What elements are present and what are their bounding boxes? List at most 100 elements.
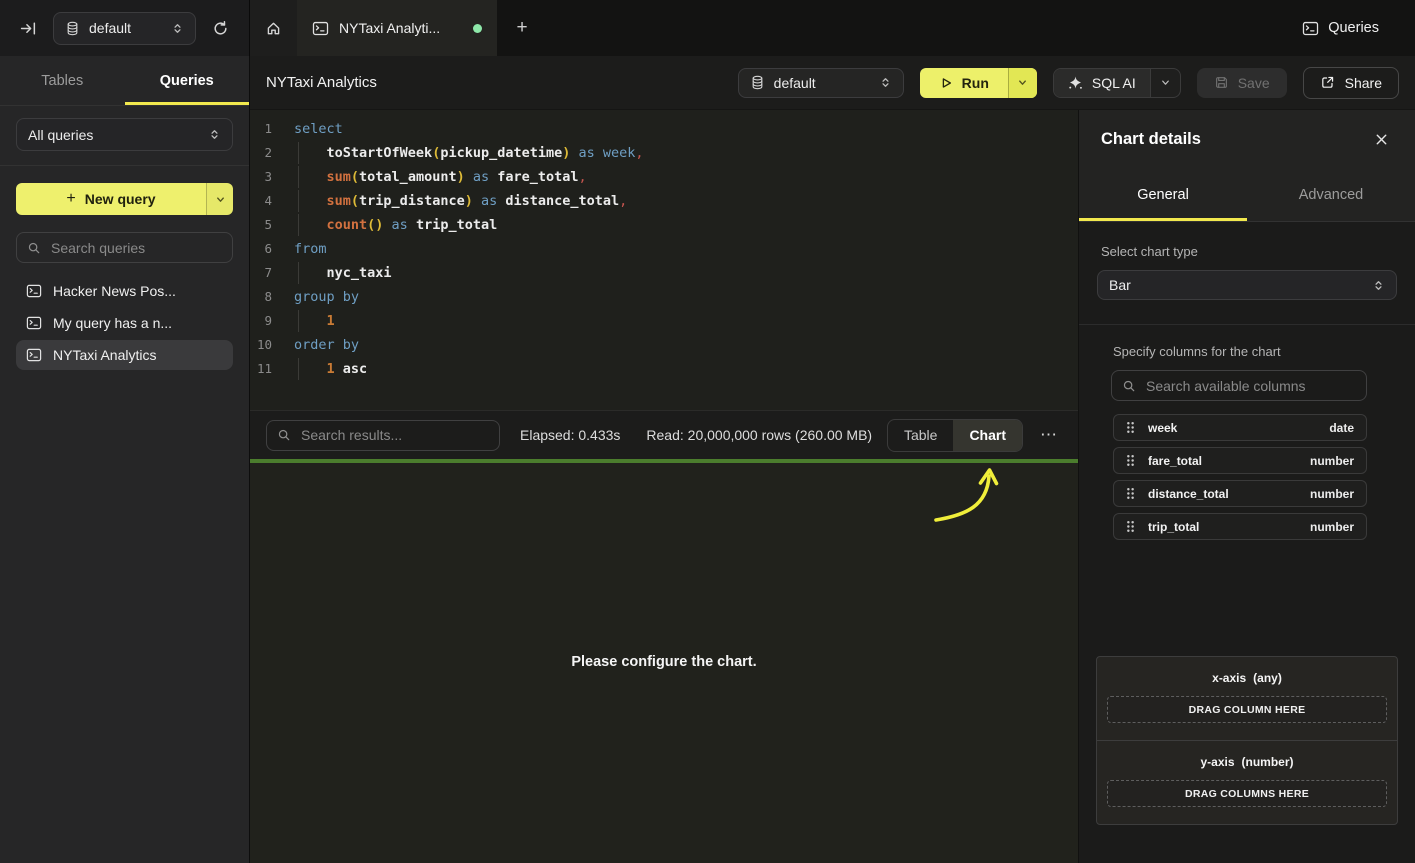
column-name: week [1148, 421, 1177, 435]
code-line[interactable]: 2 toStartOfWeek(pickup_datetime) as week… [250, 141, 1078, 165]
columns-search-input[interactable] [1144, 377, 1356, 395]
sidebar-tab-tables[interactable]: Tables [0, 56, 125, 105]
sql-ai-dropdown[interactable] [1150, 69, 1180, 97]
query-search-input[interactable] [49, 239, 222, 257]
x-axis-dropzone[interactable]: DRAG COLUMN HERE [1107, 696, 1387, 723]
collapse-sidebar-button[interactable] [16, 16, 41, 41]
sparkles-icon [1068, 75, 1083, 90]
chevron-down-icon [215, 194, 226, 205]
drag-handle-icon [1126, 454, 1135, 467]
database-icon [750, 75, 765, 90]
run-button[interactable]: Run [920, 68, 1037, 98]
run-options-dropdown[interactable] [1008, 68, 1037, 98]
y-axis-section: y-axis(number) DRAG COLUMNS HERE [1097, 740, 1397, 824]
chart-type-label: Select chart type [1079, 244, 1415, 259]
refresh-button[interactable] [208, 16, 233, 41]
console-icon [312, 20, 329, 37]
columns-search[interactable] [1111, 370, 1367, 401]
results-search-input[interactable] [299, 426, 489, 444]
x-axis-constraint: (any) [1253, 671, 1282, 685]
console-icon [26, 315, 42, 331]
elapsed-stat: Elapsed: 0.433s [520, 427, 620, 443]
chevron-updown-icon [171, 22, 184, 35]
query-toolbar: NYTaxi Analytics default [250, 56, 1415, 110]
query-filter-select[interactable]: All queries [16, 118, 233, 151]
results-more-button[interactable]: ⋯ [1036, 423, 1062, 447]
new-query-button[interactable]: + New query [16, 183, 233, 215]
tab-nytaxi-analytics[interactable]: NYTaxi Analyti... [297, 0, 497, 56]
code-line[interactable]: 11 1 asc [250, 357, 1078, 381]
drag-handle-icon [1126, 520, 1135, 533]
run-main: Run [920, 68, 1008, 98]
toolbar-database-value: default [774, 75, 816, 91]
code-line[interactable]: 10order by [250, 333, 1078, 357]
y-axis-dropzone[interactable]: DRAG COLUMNS HERE [1107, 780, 1387, 807]
column-type: date [1329, 421, 1354, 435]
new-tab-button[interactable]: + [497, 0, 547, 56]
run-label: Run [962, 75, 989, 91]
column-row-week[interactable]: week date [1113, 414, 1367, 441]
column-type: number [1310, 487, 1354, 501]
query-search[interactable] [16, 232, 233, 263]
code-line[interactable]: 6from [250, 237, 1078, 261]
tab-general[interactable]: General [1079, 168, 1247, 221]
code-line[interactable]: 7 nyc_taxi [250, 261, 1078, 285]
console-icon [26, 347, 42, 363]
chart-panel-close-button[interactable] [1370, 128, 1393, 151]
query-list-item[interactable]: NYTaxi Analytics [16, 340, 233, 370]
y-axis-constraint: (number) [1242, 755, 1294, 769]
sidebar-tab-queries[interactable]: Queries [125, 56, 250, 105]
new-query-dropdown[interactable] [206, 183, 233, 215]
home-icon [265, 20, 282, 37]
query-list-item[interactable]: My query has a n... [16, 308, 233, 338]
query-list-item[interactable]: Hacker News Pos... [16, 276, 233, 306]
save-button[interactable]: Save [1197, 68, 1287, 98]
collapse-sidebar-icon [20, 20, 37, 37]
new-query-label: New query [85, 191, 156, 207]
code-text: 1 [288, 309, 335, 333]
x-axis-title: x-axis(any) [1107, 671, 1387, 685]
sql-ai-button[interactable]: SQL AI [1053, 68, 1181, 98]
drag-handle-icon [1126, 487, 1135, 500]
chevron-updown-icon [208, 128, 221, 141]
view-toggle-chart[interactable]: Chart [953, 420, 1022, 451]
ellipsis-icon: ⋯ [1040, 425, 1058, 444]
drag-handle-icon [1126, 421, 1135, 434]
share-button[interactable]: Share [1303, 67, 1399, 99]
code-line[interactable]: 1select [250, 117, 1078, 141]
code-line[interactable]: 5 count() as trip_total [250, 213, 1078, 237]
new-query-main: + New query [16, 183, 206, 215]
code-line[interactable]: 3 sum(total_amount) as fare_total, [250, 165, 1078, 189]
column-row-distance_total[interactable]: distance_totalnumber [1113, 480, 1367, 507]
column-name: trip_total [1148, 520, 1199, 534]
tab-advanced[interactable]: Advanced [1247, 168, 1415, 221]
sql-editor[interactable]: 1select2 toStartOfWeek(pickup_datetime) … [250, 110, 1078, 410]
database-selector[interactable]: default [53, 12, 196, 45]
code-text: group by [288, 285, 359, 309]
column-name: fare_total [1148, 454, 1202, 468]
new-query-section: + New query [0, 166, 249, 215]
chart-type-select[interactable]: Bar [1097, 270, 1397, 300]
view-toggle-table[interactable]: Table [888, 420, 953, 451]
tab-label: NYTaxi Analyti... [339, 20, 440, 36]
code-line[interactable]: 4 sum(trip_distance) as distance_total, [250, 189, 1078, 213]
column-row-fare_total[interactable]: fare_totalnumber [1113, 447, 1367, 474]
rows-read-stat: Read: 20,000,000 rows (260.00 MB) [646, 427, 872, 443]
line-number: 11 [250, 357, 288, 381]
queries-nav-button[interactable]: Queries [1296, 19, 1385, 38]
line-number: 10 [250, 333, 288, 357]
code-line[interactable]: 8group by [250, 285, 1078, 309]
results-search[interactable] [266, 420, 500, 451]
line-number: 1 [250, 117, 288, 141]
column-row-trip_total[interactable]: trip_totalnumber [1113, 513, 1367, 540]
query-item-label: My query has a n... [53, 315, 172, 331]
code-text: order by [288, 333, 359, 357]
chevron-down-icon [1017, 77, 1028, 88]
search-icon [1122, 379, 1136, 393]
search-icon [27, 241, 41, 255]
code-line[interactable]: 9 1 [250, 309, 1078, 333]
chevron-updown-icon [879, 76, 892, 89]
home-button[interactable] [250, 0, 297, 56]
toolbar-database-selector[interactable]: default [738, 68, 904, 98]
code-text: 1 asc [288, 357, 367, 381]
